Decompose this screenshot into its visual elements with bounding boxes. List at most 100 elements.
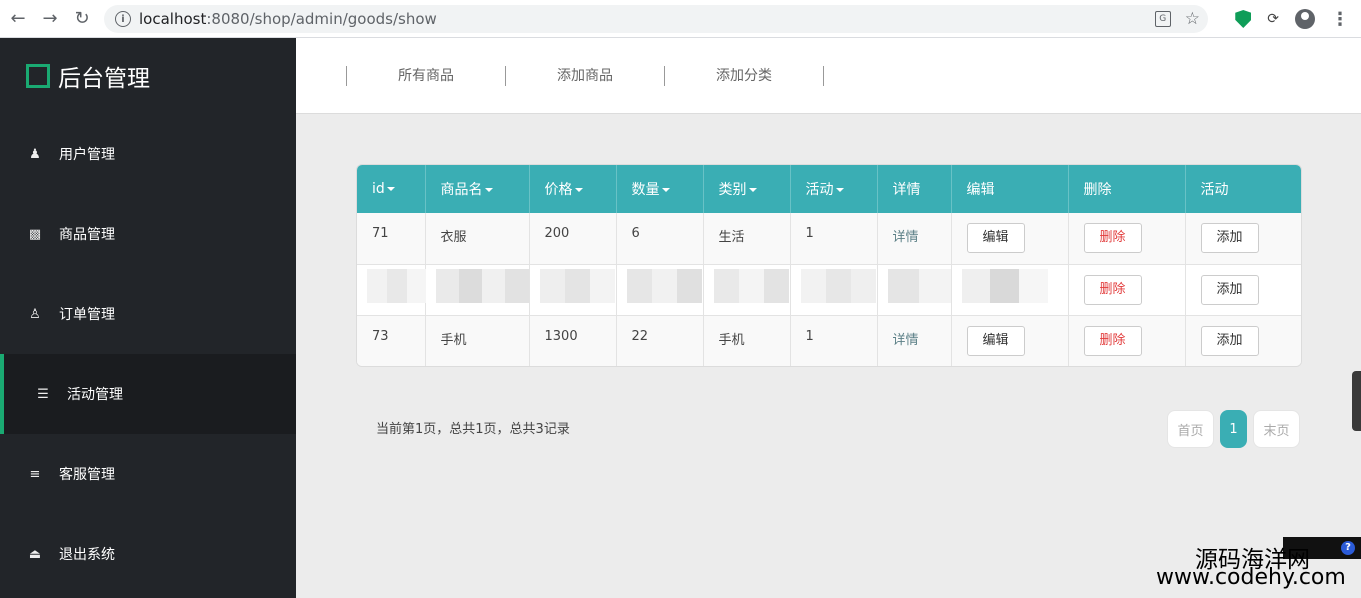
sidebar-item-goods[interactable]: ▩ 商品管理 [0,194,296,274]
cell-delete: 删除 [1068,213,1186,264]
delete-button[interactable]: 删除 [1083,223,1142,254]
cell-price: 1300 [529,315,617,366]
page-1-button[interactable]: 1 [1220,410,1247,448]
sidebar-item-label: 客服管理 [59,467,115,483]
sort-caret-icon [661,188,670,192]
cell-detail: 详情 [877,315,952,366]
cell-name: 手机 [425,315,530,366]
cell-id: 73 [357,315,426,366]
nav-divider [823,66,824,86]
cell-activity [790,264,878,315]
goods-table-card: id 商品名 价格 数量 类别 活动 详情 编辑 删除 活动 71 衣服 200… [356,164,1302,367]
header-category[interactable]: 类别 [703,165,791,213]
last-page-button[interactable]: 末页 [1253,410,1300,448]
sidebar-item-activities[interactable]: ☰ 活动管理 [0,354,296,434]
first-page-button[interactable]: 首页 [1167,410,1214,448]
cell-edit: 编辑 [951,213,1069,264]
cell-name: 衣服 [425,213,530,264]
cell-edit: 编辑 [951,315,1069,366]
cell-qty: 22 [616,315,704,366]
add-activity-button[interactable]: 添加 [1200,223,1259,254]
cell-qty [616,264,704,315]
sidebar-item-label: 用户管理 [59,147,115,163]
table-header-row: id 商品名 价格 数量 类别 活动 详情 编辑 删除 活动 [357,165,1301,213]
brand-title: 后台管理 [58,66,150,92]
cell-category: 手机 [703,315,791,366]
sidebar-item-logout[interactable]: ⏏ 退出系统 [0,514,296,594]
sidebar-item-orders[interactable]: ♙ 订单管理 [0,274,296,354]
header-edit: 编辑 [951,165,1069,213]
browser-toolbar: ← → ↻ i localhost:8080/shop/admin/goods/… [0,0,1361,38]
cell-detail [877,264,952,315]
help-icon[interactable]: ? [1341,541,1355,555]
add-activity-button[interactable]: 添加 [1200,325,1259,356]
bar-chart-icon: ▩ [28,226,42,242]
sidebar: 后台管理 ♟ 用户管理 ▩ 商品管理 ♙ 订单管理 ☰ 活动管理 ≡ 客服管理 … [0,38,296,598]
cell-activity: 1 [790,315,878,366]
url-text[interactable]: localhost:8080/shop/admin/goods/show [139,10,437,28]
watermark-url: www.codehy.com [1156,565,1346,590]
brand-logo-icon [26,64,50,88]
header-qty[interactable]: 数量 [616,165,704,213]
edit-button[interactable]: 编辑 [966,223,1025,254]
cell-add: 添加 [1185,213,1301,264]
cell-category: 生活 [703,213,791,264]
bookmark-star-icon[interactable]: ☆ [1185,9,1200,29]
cell-detail: 详情 [877,213,952,264]
goods-table: id 商品名 价格 数量 类别 活动 详情 编辑 删除 活动 71 衣服 200… [357,165,1301,366]
sliders-icon: ≡ [29,466,41,482]
user-icon: ♟ [29,146,41,162]
detail-link[interactable]: 详情 [893,230,919,245]
cell-name [425,264,530,315]
cell-delete: 删除 [1068,264,1186,315]
address-bar[interactable]: i localhost:8080/shop/admin/goods/show G… [104,5,1208,33]
sidebar-item-label: 活动管理 [67,387,123,403]
header-activity[interactable]: 活动 [790,165,878,213]
cell-price [529,264,617,315]
header-add-activity: 活动 [1200,182,1229,198]
detail-link[interactable]: 详情 [893,333,919,348]
page-info: 当前第1页，总共1页，总共3记录 [376,422,570,437]
tab-all-goods[interactable]: 所有商品 [347,66,505,86]
cell-edit [951,264,1069,315]
forward-icon[interactable]: → [34,0,66,38]
sidebar-item-users[interactable]: ♟ 用户管理 [0,114,296,194]
kebab-menu-icon[interactable]: ⋮ [1331,9,1349,30]
cell-id: 71 [357,213,426,264]
tab-add-goods[interactable]: 添加商品 [506,66,664,86]
tab-add-category[interactable]: 添加分类 [665,66,823,86]
header-id[interactable]: id [357,165,426,213]
users-icon: ♙ [29,306,41,322]
delete-button[interactable]: 删除 [1083,274,1142,305]
translate-icon[interactable]: G [1154,11,1171,27]
pagination: 首页 1 末页 [1167,410,1300,448]
top-nav: 所有商品 添加商品 添加分类 [296,38,1361,114]
shield-extension-icon[interactable] [1235,10,1252,28]
cell-add: 添加 [1185,315,1301,366]
brand: 后台管理 [0,38,296,114]
sidebar-item-service[interactable]: ≡ 客服管理 [0,434,296,514]
header-price[interactable]: 价格 [529,165,617,213]
add-activity-button[interactable]: 添加 [1200,274,1259,305]
database-icon: ☰ [37,386,49,402]
sort-caret-icon [748,188,757,192]
header-name[interactable]: 商品名 [425,165,530,213]
extension-icon[interactable]: ⟳ [1267,11,1279,27]
profile-icon[interactable] [1295,9,1315,29]
back-icon[interactable]: ← [2,0,34,38]
edit-button[interactable]: 编辑 [966,325,1025,356]
side-scroll-handle[interactable] [1352,371,1361,431]
eject-icon: ⏏ [28,546,42,562]
sort-caret-icon [574,188,583,192]
reload-icon[interactable]: ↻ [66,0,98,38]
header-detail: 详情 [877,165,952,213]
info-icon[interactable]: i [115,11,131,27]
sidebar-item-label: 订单管理 [59,307,115,323]
sidebar-item-label: 商品管理 [59,227,115,243]
delete-button[interactable]: 删除 [1083,325,1142,356]
table-row: 删除 添加 [357,264,1301,315]
sort-caret-icon [484,188,493,192]
cell-price: 200 [529,213,617,264]
cell-activity: 1 [790,213,878,264]
sort-caret-icon [835,188,844,192]
